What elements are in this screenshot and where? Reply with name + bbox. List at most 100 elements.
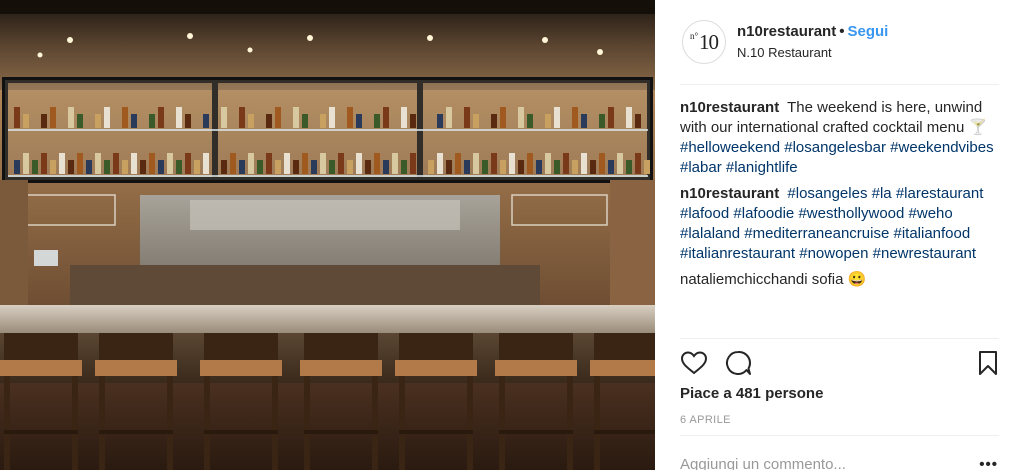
bottle-shape: [446, 107, 452, 128]
stool-shape: [304, 376, 310, 470]
bottle-shape: [221, 107, 227, 128]
comment-author[interactable]: n10restaurant: [680, 185, 779, 202]
follow-button[interactable]: Segui: [847, 23, 888, 40]
bottle-shape: [320, 114, 326, 128]
comment-author[interactable]: n10restaurant: [680, 99, 779, 116]
bottle-shape: [158, 107, 164, 128]
likes-count[interactable]: Piace a 481 persone: [680, 385, 823, 402]
bottle-shape: [149, 114, 155, 128]
avatar[interactable]: n° 10: [682, 20, 726, 64]
stool-shape: [4, 376, 10, 470]
bottle-shape: [635, 153, 641, 174]
stool-shape: [399, 430, 473, 434]
heart-icon[interactable]: [680, 349, 708, 377]
stool-shape: [272, 376, 278, 470]
comment-bubble-icon[interactable]: [724, 349, 752, 377]
bottle-shape: [23, 153, 29, 174]
bottle-shape: [32, 160, 38, 174]
actions-divider: [680, 338, 999, 339]
stool-shape: [395, 360, 477, 376]
avatar-number: 10: [699, 29, 719, 54]
stool-shape: [300, 360, 382, 376]
avatar-sup: n°: [689, 31, 699, 41]
bottle-shape: [86, 160, 92, 174]
bottle-shape: [410, 153, 416, 174]
hashtag-link[interactable]: #italianrestaurant: [680, 245, 795, 262]
bottle-shape: [113, 153, 119, 174]
hashtag-link[interactable]: #lalaland: [680, 225, 740, 242]
stool-shape: [594, 430, 655, 434]
bottle-shape: [41, 114, 47, 128]
bottle-shape: [185, 153, 191, 174]
bottle-shape: [284, 153, 290, 174]
bottle-shape: [95, 153, 101, 174]
bottle-shape: [320, 153, 326, 174]
bottle-shape: [68, 160, 74, 174]
bottle-shape: [23, 114, 29, 128]
hashtag-link[interactable]: #mediterraneancruise: [744, 225, 889, 242]
stool-shape: [204, 376, 210, 470]
bottle-shape: [329, 160, 335, 174]
stool-shape: [99, 430, 173, 434]
location-link[interactable]: N.10 Restaurant: [737, 45, 832, 60]
bottle-shape: [266, 153, 272, 174]
stool-shape: [467, 376, 473, 470]
bottle-shape: [383, 107, 389, 128]
hashtag-link[interactable]: #losangeles: [787, 185, 867, 202]
bottle-shape: [446, 160, 452, 174]
bottle-shape: [581, 114, 587, 128]
bottle-shape: [644, 160, 650, 174]
post-photo[interactable]: [0, 0, 655, 470]
stool-shape: [594, 376, 600, 470]
stool-shape: [72, 376, 78, 470]
hashtag-link[interactable]: #lafood: [680, 205, 729, 222]
post-date[interactable]: 6 APRILE: [680, 414, 731, 426]
bottle-shape: [95, 114, 101, 128]
hashtag-link[interactable]: #losangelesbar: [784, 139, 886, 156]
bottle-shape: [491, 114, 497, 128]
bottle-shape: [158, 160, 164, 174]
bottle-shape: [248, 153, 254, 174]
bottle-shape: [266, 114, 272, 128]
hashtag-link[interactable]: #italianfood: [893, 225, 970, 242]
bookmark-icon[interactable]: [974, 349, 1002, 377]
hashtag-link[interactable]: #nowopen: [799, 245, 868, 262]
bottle-shape: [122, 107, 128, 128]
hashtag-link[interactable]: #helloweekend: [680, 139, 780, 156]
hashtag-link[interactable]: #lafoodie: [733, 205, 794, 222]
bottle-shape: [599, 114, 605, 128]
more-options-icon[interactable]: •••: [979, 457, 998, 470]
hashtag-link[interactable]: #lanightlife: [726, 159, 798, 176]
comment-tags: #helloweekend #losangelesbar #weekendvib…: [680, 139, 994, 176]
bottle-shape: [311, 160, 317, 174]
bottle-shape: [590, 160, 596, 174]
hashtag-link[interactable]: #larestaurant: [896, 185, 984, 202]
bottle-shape: [608, 160, 614, 174]
bottle-shape: [50, 107, 56, 128]
bottle-shape: [176, 107, 182, 128]
bottle-shape: [518, 160, 524, 174]
add-comment-input[interactable]: Aggiungi un commento...: [680, 456, 846, 470]
bottle-shape: [347, 160, 353, 174]
header-divider: [680, 84, 999, 85]
bottle-shape: [464, 107, 470, 128]
bottle-shape: [464, 160, 470, 174]
bottle-shape: [14, 107, 20, 128]
hashtag-link[interactable]: #weekendvibes: [890, 139, 993, 156]
bottle-shape: [203, 153, 209, 174]
bottle-shape: [221, 160, 227, 174]
username-link[interactable]: n10restaurant: [737, 23, 836, 40]
hashtag-link[interactable]: #newrestaurant: [873, 245, 976, 262]
hashtag-link[interactable]: #westhollywood: [798, 205, 904, 222]
bottle-shape: [635, 114, 641, 128]
bottle-shape: [347, 107, 353, 128]
hashtag-link[interactable]: #la: [872, 185, 892, 202]
bottle-shape: [239, 107, 245, 128]
bottle-shape: [77, 114, 83, 128]
stool-shape: [372, 376, 378, 470]
hashtag-link[interactable]: #labar: [680, 159, 722, 176]
stool-shape: [0, 360, 82, 376]
bottle-shape: [545, 114, 551, 128]
bottle-shape: [104, 160, 110, 174]
hashtag-link[interactable]: #weho: [909, 205, 953, 222]
